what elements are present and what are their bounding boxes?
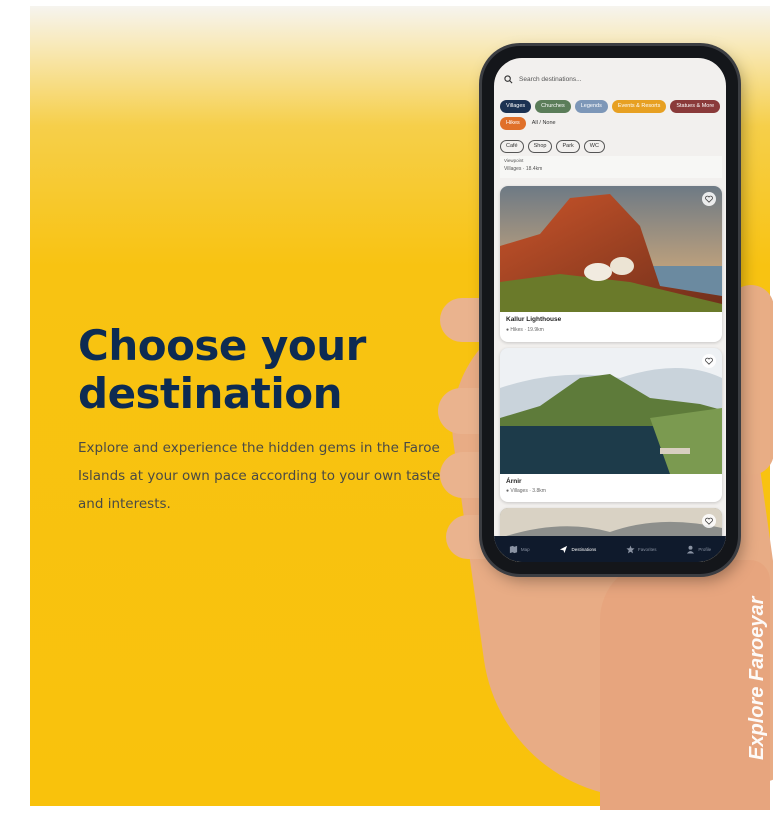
watermark: Explore Faroeyar [746, 596, 768, 760]
all-none-toggle[interactable]: All / None [530, 117, 558, 130]
card-category: Villages [510, 488, 528, 494]
category-filters: Villages Churches Legends Events & Resor… [500, 100, 722, 130]
chip-statues-more[interactable]: Statues & More [670, 100, 721, 113]
card-name: Viewpoint [504, 158, 524, 163]
page-title: Choose your destination [78, 321, 366, 418]
amenity-filters: Café Shop Park WC [500, 140, 605, 153]
destination-card[interactable]: Kallur Lighthouse ● Hikes · 19.9km [500, 186, 722, 342]
card-category: Hikes [510, 327, 523, 333]
card-distance: 19.9km [527, 327, 544, 333]
card-name: Kallur Lighthouse [506, 316, 562, 323]
amenity-cafe[interactable]: Café [500, 140, 524, 153]
hero-description: Explore and experience the hidden gems i… [78, 440, 441, 512]
chip-legends[interactable]: Legends [574, 100, 608, 113]
search-icon [504, 74, 513, 83]
favorite-button[interactable] [702, 192, 716, 206]
nav-label: Favorites [638, 546, 657, 552]
heart-icon [705, 357, 713, 365]
nav-label: Destinations [571, 546, 597, 552]
chip-events-resorts[interactable]: Events & Resorts [611, 100, 667, 113]
card-distance: 3.8km [532, 488, 546, 494]
bottom-navigation: Map Destinations Favorites Profile [494, 536, 726, 562]
nav-label: Profile [698, 546, 712, 552]
heart-icon [705, 517, 713, 525]
card-name: Árnir [506, 478, 522, 485]
nav-profile[interactable]: Profile [686, 545, 711, 554]
destination-photo [500, 186, 722, 312]
app-screen: Search destinations... Villages Churches… [494, 58, 726, 562]
destination-photo [500, 348, 722, 474]
hand-wrist [600, 560, 770, 810]
paper-plane-icon [560, 545, 568, 553]
card-meta: ● Villages · 3.8km [506, 488, 546, 494]
destination-card[interactable]: Árnir ● Villages · 3.8km [500, 348, 722, 502]
phone-mockup: Search destinations... Villages Churches… [482, 46, 738, 574]
nav-destinations[interactable]: Destinations [559, 545, 596, 554]
map-icon [509, 545, 517, 553]
favorite-button[interactable] [702, 354, 716, 368]
amenity-shop[interactable]: Shop [527, 140, 553, 153]
chip-villages[interactable]: Villages [500, 100, 532, 113]
card-meta: ● Hikes · 19.9km [506, 327, 544, 333]
star-icon [626, 544, 635, 553]
heart-icon [705, 195, 713, 203]
person-icon [687, 545, 695, 554]
card-meta: Villages · 18.4km [504, 166, 543, 172]
amenity-wc[interactable]: WC [583, 140, 605, 153]
favorite-button[interactable] [702, 514, 716, 528]
nav-map[interactable]: Map [509, 545, 530, 554]
nav-label: Map [520, 546, 530, 552]
list-item[interactable]: Viewpoint Villages · 18.4km [500, 156, 722, 178]
amenity-park[interactable]: Park [556, 140, 580, 153]
chip-churches[interactable]: Churches [535, 100, 571, 113]
nav-favorites[interactable]: Favorites [626, 544, 657, 554]
chip-hikes[interactable]: Hikes [500, 117, 526, 130]
search-placeholder: Search destinations... [519, 75, 582, 83]
search-bar[interactable]: Search destinations... [504, 70, 716, 88]
